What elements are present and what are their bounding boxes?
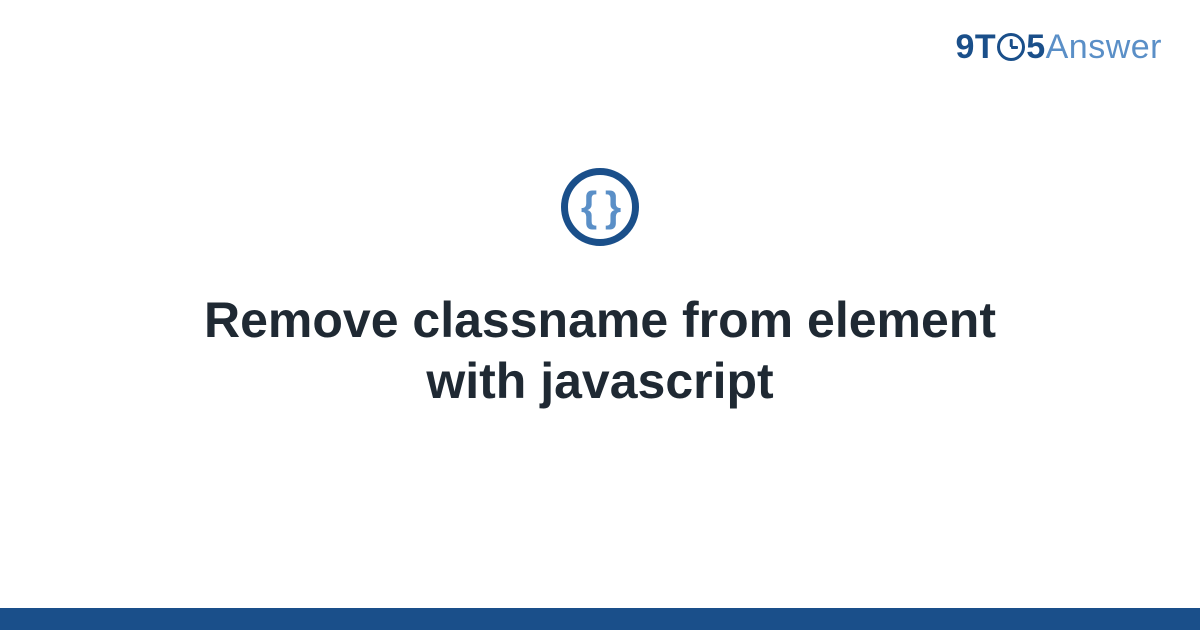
footer-accent-bar xyxy=(0,608,1200,630)
topic-badge: { } xyxy=(561,168,639,246)
code-braces-icon: { } xyxy=(581,186,619,228)
page-title: Remove classname from element with javas… xyxy=(120,290,1080,412)
main-content: { } Remove classname from element with j… xyxy=(0,0,1200,630)
